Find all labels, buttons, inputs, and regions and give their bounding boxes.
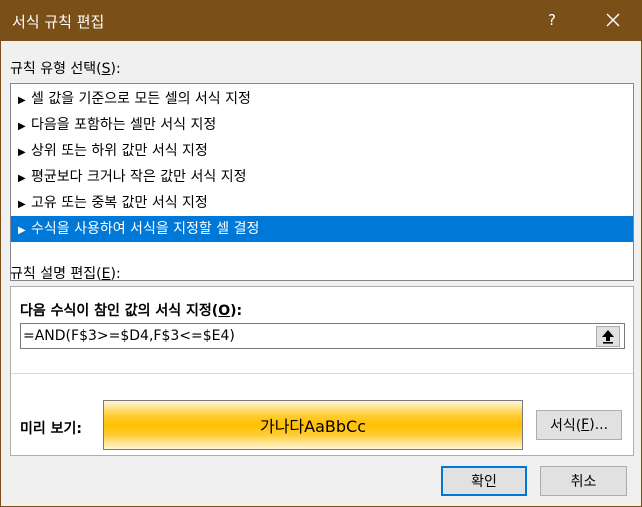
- preview-box: 가나다AaBbCc: [103, 400, 523, 450]
- triangle-right-icon: ▶: [18, 173, 26, 184]
- close-icon: [606, 13, 620, 27]
- triangle-right-icon: ▶: [18, 225, 26, 236]
- triangle-right-icon: ▶: [18, 199, 26, 210]
- rule-type-item-cell-value[interactable]: ▶ 셀 값을 기준으로 모든 셀의 서식 지정: [11, 86, 633, 112]
- title-bar: 서식 규칙 편집 ?: [0, 0, 642, 41]
- help-button[interactable]: ?: [548, 11, 556, 29]
- ok-button[interactable]: 확인: [441, 466, 527, 496]
- close-button[interactable]: [598, 4, 628, 36]
- rule-description-panel: 다음 수식이 참인 값의 서식 지정(O): =AND(F$3>=$D4,F$3…: [10, 286, 634, 458]
- rule-type-item-above-below-average[interactable]: ▶ 평균보다 크거나 작은 값만 서식 지정: [11, 164, 633, 190]
- window-title: 서식 규칙 편집: [12, 13, 105, 31]
- triangle-right-icon: ▶: [18, 147, 26, 158]
- rule-type-item-contains[interactable]: ▶ 다음을 포함하는 셀만 서식 지정: [11, 112, 633, 138]
- rule-description-frame: 다음 수식이 참인 값의 서식 지정(O): =AND(F$3>=$D4,F$3…: [10, 286, 634, 456]
- rule-type-label: 규칙 유형 선택(S):: [10, 61, 121, 77]
- collapse-dialog-button[interactable]: [596, 326, 620, 347]
- triangle-right-icon: ▶: [18, 121, 26, 132]
- preview-label: 미리 보기:: [20, 421, 82, 437]
- formula-title: 다음 수식이 참인 값의 서식 지정(O):: [20, 303, 243, 319]
- divider: [11, 373, 633, 374]
- format-button[interactable]: 서식(F)...: [536, 410, 622, 440]
- triangle-right-icon: ▶: [18, 95, 26, 106]
- upload-arrow-icon: [602, 330, 614, 344]
- formula-input[interactable]: =AND(F$3>=$D4,F$3<=$E4): [20, 323, 625, 349]
- rule-description-label: 규칙 설명 편집(E):: [10, 266, 121, 282]
- rule-type-list[interactable]: ▶ 셀 값을 기준으로 모든 셀의 서식 지정 ▶ 다음을 포함하는 셀만 서식 지…: [10, 83, 634, 281]
- rule-type-item-unique-duplicate[interactable]: ▶ 고유 또는 중복 값만 서식 지정: [11, 190, 633, 216]
- preview-text: 가나다AaBbCc: [259, 417, 366, 436]
- rule-type-item-top-bottom[interactable]: ▶ 상위 또는 하위 값만 서식 지정: [11, 138, 633, 164]
- dialog-body: 규칙 유형 선택(S): ▶ 셀 값을 기준으로 모든 셀의 서식 지정 ▶ 다음을…: [0, 41, 642, 507]
- cancel-button[interactable]: 취소: [540, 466, 627, 496]
- rule-type-item-formula[interactable]: ▶ 수식을 사용하여 서식을 지정할 셀 결정: [11, 216, 633, 242]
